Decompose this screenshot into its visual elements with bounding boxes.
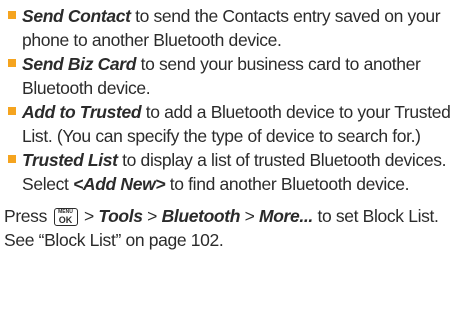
instruction-paragraph: Press MENU OK > Tools > Bluetooth > More.…	[4, 204, 460, 252]
path-bluetooth: Bluetooth	[161, 206, 241, 226]
bullet-marker	[8, 59, 16, 67]
menu-ok-key-icon: MENU OK	[53, 208, 78, 226]
path-separator: >	[240, 206, 259, 226]
item-term: Send Contact	[22, 6, 131, 26]
path-tools: Tools	[98, 206, 143, 226]
bullet-marker	[8, 11, 16, 19]
bullet-marker	[8, 155, 16, 163]
path-more: More...	[258, 206, 313, 226]
list-item: Trusted List to display a list of truste…	[4, 148, 460, 196]
path-separator: >	[142, 206, 162, 226]
press-text: Press	[4, 206, 52, 226]
list-item: Send Biz Card to send your business card…	[4, 52, 460, 100]
item-term-secondary: <Add New>	[73, 174, 166, 194]
list-item: Send Contact to send the Contacts entry …	[4, 4, 460, 52]
item-term: Send Biz Card	[22, 54, 137, 74]
item-term: Trusted List	[22, 150, 118, 170]
item-text-secondary: to find another Bluetooth device.	[165, 174, 410, 194]
item-term: Add to Trusted	[22, 102, 142, 122]
document-page: Send Contact to send the Contacts entry …	[0, 0, 468, 252]
key-bottom-label: OK	[58, 215, 73, 225]
bullet-marker	[8, 107, 16, 115]
path-separator: >	[79, 206, 99, 226]
list-item: Add to Trusted to add a Bluetooth device…	[4, 100, 460, 148]
